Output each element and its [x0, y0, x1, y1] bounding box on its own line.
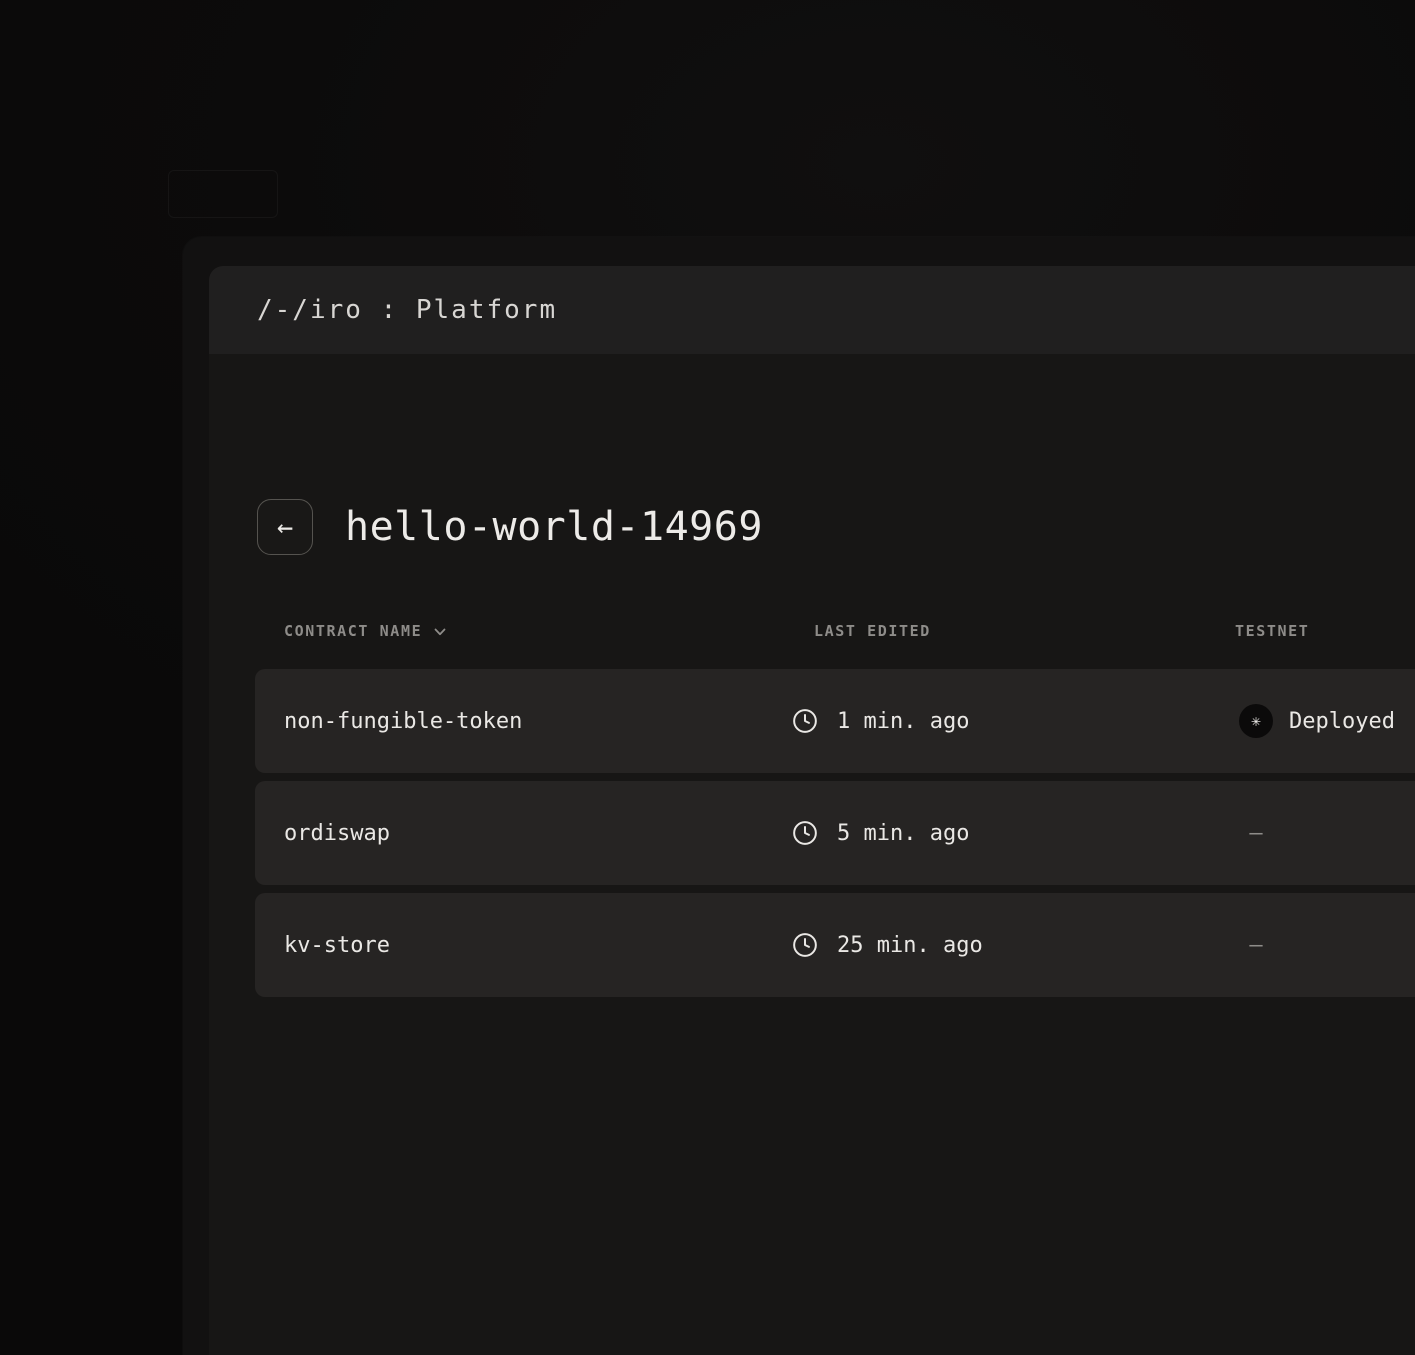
- stacks-glyph: ✳: [1251, 711, 1261, 730]
- testnet-status-cell: –: [1239, 781, 1273, 885]
- contract-list: non-fungible-token 1 min. ago ✳ Deployed: [255, 669, 1415, 997]
- last-edited-text: 1 min. ago: [837, 708, 970, 734]
- testnet-status-cell: –: [1239, 893, 1273, 997]
- last-edited-cell: 5 min. ago: [791, 781, 969, 885]
- testnet-status-cell: ✳ Deployed: [1239, 669, 1395, 773]
- contract-name: kv-store: [284, 932, 390, 958]
- background-artifact: [168, 170, 278, 218]
- deployed-label: Deployed: [1289, 708, 1395, 734]
- platform-window: /-/iro : Platform ← hello-world-14969 CO…: [183, 237, 1415, 1355]
- clock-icon: [791, 931, 819, 959]
- column-header-contract-name[interactable]: CONTRACT NAME: [284, 622, 448, 640]
- table-row[interactable]: non-fungible-token 1 min. ago ✳ Deployed: [255, 669, 1415, 773]
- contract-name: non-fungible-token: [284, 708, 523, 734]
- contract-name-header-label: CONTRACT NAME: [284, 622, 423, 640]
- chevron-down-icon: [432, 624, 448, 640]
- last-edited-cell: 25 min. ago: [791, 893, 983, 997]
- testnet-empty-dash: –: [1249, 932, 1263, 958]
- main-content: ← hello-world-14969 CONTRACT NAME LAST E…: [209, 354, 1415, 1355]
- stacks-icon: ✳: [1239, 704, 1273, 738]
- back-button[interactable]: ←: [257, 499, 313, 555]
- clock-icon: [791, 819, 819, 847]
- last-edited-text: 5 min. ago: [837, 820, 970, 846]
- column-header-last-edited: LAST EDITED: [814, 622, 931, 640]
- testnet-empty-dash: –: [1249, 820, 1263, 846]
- titlebar: /-/iro : Platform: [209, 266, 1415, 354]
- table-row[interactable]: ordiswap 5 min. ago –: [255, 781, 1415, 885]
- column-header-testnet: TESTNET: [1235, 622, 1310, 640]
- contract-name: ordiswap: [284, 820, 390, 846]
- page-title: hello-world-14969: [345, 504, 763, 550]
- arrow-left-icon: ←: [276, 511, 294, 543]
- last-edited-cell: 1 min. ago: [791, 669, 969, 773]
- app-surface: /-/iro : Platform ← hello-world-14969 CO…: [209, 266, 1415, 1355]
- last-edited-text: 25 min. ago: [837, 932, 983, 958]
- app-title: /-/iro : Platform: [257, 295, 558, 325]
- clock-icon: [791, 707, 819, 735]
- table-row[interactable]: kv-store 25 min. ago –: [255, 893, 1415, 997]
- table-header-row: CONTRACT NAME LAST EDITED TESTNET: [209, 622, 1415, 644]
